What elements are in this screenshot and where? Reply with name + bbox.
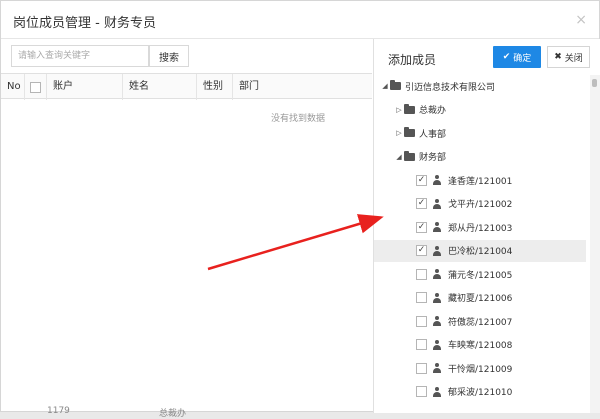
tree-node-label: 逢香莲/121001	[448, 176, 513, 187]
tree-node-label: 藏初夏/121006	[448, 294, 513, 304]
checkbox-icon	[30, 81, 41, 93]
tree-node-label: 郁采波/121010	[448, 388, 513, 398]
user-checkbox[interactable]	[416, 268, 427, 280]
tree-user-row[interactable]: ✓ 戈平卉/121002	[374, 193, 586, 215]
select-all-checkbox[interactable]	[25, 74, 47, 100]
background-row-account: 1179	[47, 406, 70, 416]
tree-node-label: 总裁办	[419, 106, 447, 116]
member-dialog: 岗位成员管理 - 财务专员 × 搜索 No 账户 姓名 性别 部门 没有找到数据…	[0, 0, 600, 419]
user-checkbox[interactable]: ✓	[416, 221, 427, 233]
add-member-title: 添加成员	[388, 53, 437, 67]
tree-folder-row[interactable]: ◢ 财务部	[374, 146, 586, 168]
tree-user-row[interactable]: 车映寒/121008	[374, 334, 586, 356]
tree-node-label: 人事部	[419, 129, 447, 140]
user-checkbox[interactable]	[416, 386, 427, 397]
tree-node-label: 车映寒/121008	[448, 341, 513, 351]
user-icon	[432, 316, 442, 326]
close-button[interactable]: ✖ 关闭	[547, 46, 590, 68]
tree-user-row[interactable]: 蒲元冬/121005	[374, 263, 586, 285]
user-checkbox[interactable]: ✓	[416, 174, 427, 186]
scroll-thumb[interactable]	[592, 79, 597, 87]
table-header: No 账户 姓名 性别 部门	[1, 73, 372, 100]
user-icon	[432, 198, 442, 209]
tree-user-row[interactable]: ✓ 郑从丹/121003	[374, 216, 586, 238]
column-no: No	[1, 74, 25, 100]
tree-scrollbar[interactable]	[590, 75, 600, 413]
dialog-titlebar: 岗位成员管理 - 财务专员 ×	[1, 1, 599, 39]
caret-down-icon[interactable]: ◢	[394, 153, 404, 161]
tree-node-label: 干怜烟/121009	[448, 364, 513, 375]
column-gender: 性别	[197, 74, 233, 100]
dialog-title: 岗位成员管理 - 财务专员	[13, 16, 156, 31]
user-icon	[432, 175, 442, 185]
close-label: 关闭	[564, 53, 583, 64]
tree-user-row[interactable]: ✓ 逢香莲/121001	[374, 169, 586, 191]
folder-icon	[390, 80, 401, 90]
tree-user-row[interactable]: 藏初夏/121006	[374, 287, 586, 309]
user-checkbox[interactable]	[416, 315, 427, 327]
tree-node-label: 郑从丹/121003	[448, 223, 513, 234]
user-icon	[432, 339, 442, 350]
tree-node-label: 财务部	[419, 153, 447, 163]
tree-node-label: 戈平卉/121002	[448, 200, 513, 210]
tree-node-label: 引迈信息技术有限公司	[405, 82, 496, 93]
close-small-icon: ✖	[554, 52, 562, 62]
user-icon	[432, 363, 442, 373]
folder-icon	[404, 103, 415, 114]
background-row-department: 总裁办	[159, 409, 187, 419]
member-list-pane: 搜索 No 账户 姓名 性别 部门 没有找到数据 1179 总裁办	[1, 39, 372, 419]
tree-user-row[interactable]: ✓ 巴冷松/121004	[374, 239, 586, 262]
search-button[interactable]: 搜索	[149, 45, 189, 67]
tree-folder-row[interactable]: ▷ 总裁办	[374, 99, 586, 121]
empty-message: 没有找到数据	[271, 114, 326, 124]
caret-right-icon[interactable]: ▷	[394, 129, 404, 137]
search-input[interactable]	[11, 45, 149, 67]
tree-user-row[interactable]: 干怜烟/121009	[374, 357, 586, 379]
tree-user-row[interactable]: 符傲蕊/121007	[374, 310, 586, 332]
column-name: 姓名	[123, 74, 197, 100]
org-tree: ◢ 引迈信息技术有限公司 ▷ 总裁办 ▷ 人事部 ◢ 财务部 ✓ 逢香莲/121001 ✓ 戈平卉/1…	[374, 75, 592, 413]
user-icon	[432, 292, 442, 303]
tree-user-row[interactable]: 郁采波/121010	[374, 381, 586, 403]
user-checkbox[interactable]: ✓	[416, 245, 427, 256]
tree-folder-row[interactable]: ◢ 引迈信息技术有限公司	[374, 75, 586, 97]
user-checkbox[interactable]	[416, 362, 427, 374]
user-icon	[432, 269, 442, 279]
user-icon	[432, 386, 442, 397]
tree-node-label: 巴冷松/121004	[448, 247, 513, 257]
close-icon[interactable]: ×	[575, 12, 587, 28]
confirm-button[interactable]: ✔ 确定	[493, 46, 541, 68]
user-icon	[432, 245, 442, 256]
column-department: 部门	[239, 81, 259, 92]
user-checkbox[interactable]	[416, 339, 427, 350]
check-icon: ✔	[502, 52, 511, 62]
caret-right-icon[interactable]: ▷	[394, 106, 404, 114]
tree-folder-row[interactable]: ▷ 人事部	[374, 122, 586, 144]
user-checkbox[interactable]	[416, 292, 427, 303]
column-account: 账户	[47, 74, 123, 100]
user-icon	[432, 222, 442, 232]
tree-node-label: 符傲蕊/121007	[448, 317, 513, 328]
add-member-pane: 添加成员 ✔ 确定 ✖ 关闭 ◢ 引迈信息技术有限公司 ▷ 总裁办 ▷ 人事部 ◢ 财务部 ✓ 逢…	[373, 39, 600, 413]
folder-icon	[404, 150, 415, 161]
folder-icon	[404, 127, 415, 137]
confirm-label: 确定	[513, 53, 532, 64]
user-checkbox[interactable]: ✓	[416, 198, 427, 209]
caret-down-icon[interactable]: ◢	[380, 82, 390, 90]
tree-node-label: 蒲元冬/121005	[448, 270, 513, 281]
